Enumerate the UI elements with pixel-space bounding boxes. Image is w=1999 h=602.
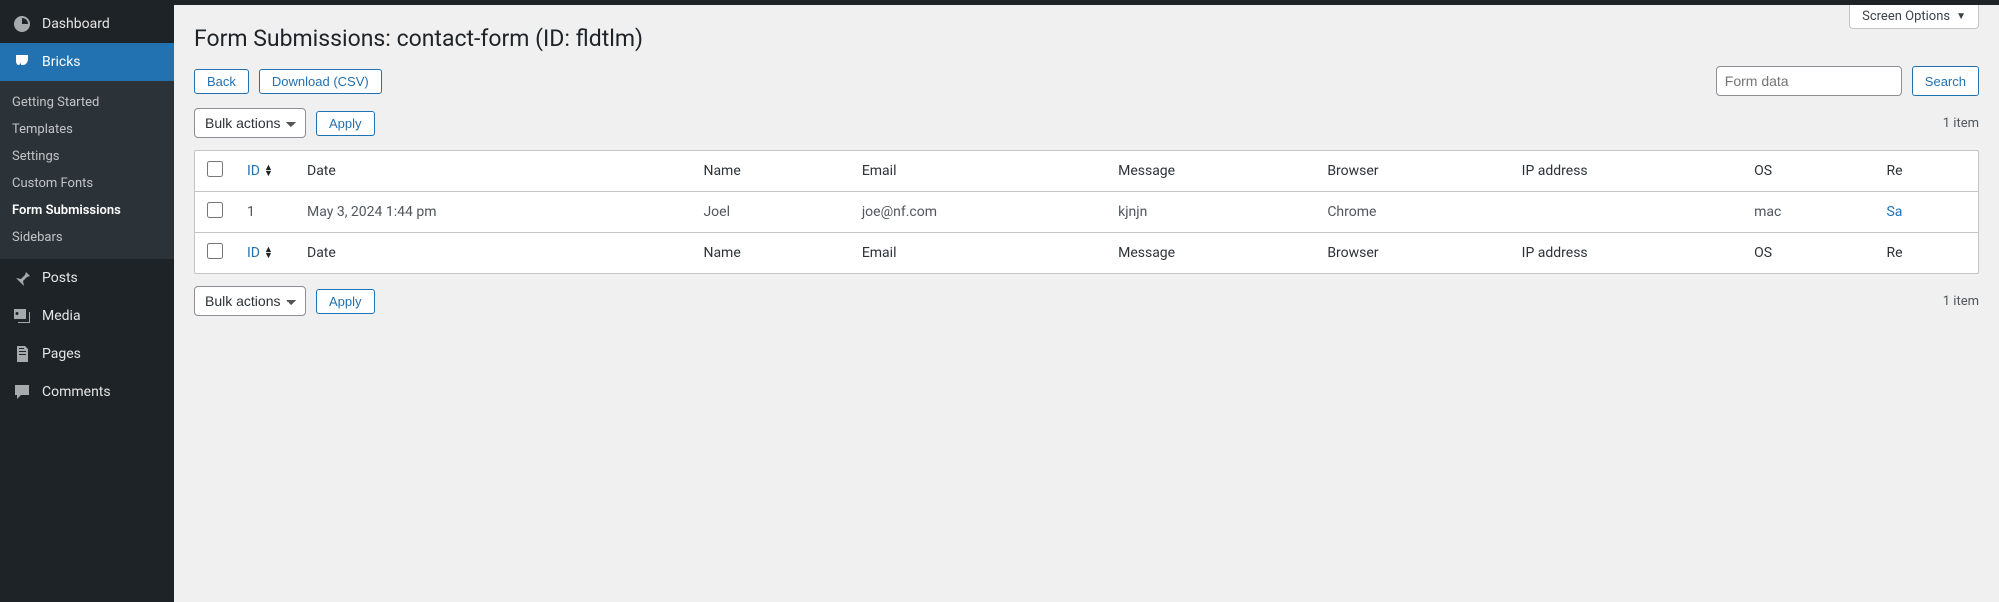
sidebar-label: Dashboard [42, 16, 110, 32]
subitem-getting-started[interactable]: Getting Started [0, 89, 174, 116]
subitem-form-submissions[interactable]: Form Submissions [0, 197, 174, 224]
col-ref: Re [1874, 151, 1978, 192]
media-icon [12, 306, 32, 326]
screen-options-label: Screen Options [1862, 9, 1950, 24]
submissions-table-wrap: ID ▲▼ Date Name Email Message Browser IP… [194, 150, 1979, 274]
back-button[interactable]: Back [194, 69, 249, 94]
cell-ip [1510, 192, 1743, 233]
bulk-row-bottom: Bulk actions Apply 1 item [194, 286, 1979, 316]
sidebar-label: Bricks [42, 54, 81, 70]
sort-arrows-icon: ▲▼ [264, 165, 273, 177]
col-email: Email [850, 151, 1106, 192]
col-name: Name [691, 233, 849, 274]
bulk-actions-select-bottom[interactable]: Bulk actions [194, 286, 306, 316]
col-message: Message [1106, 233, 1315, 274]
bulk-row-top: Bulk actions Apply 1 item [194, 108, 1979, 138]
sidebar-item-dashboard[interactable]: Dashboard [0, 5, 174, 43]
search-input[interactable] [1716, 66, 1902, 96]
table-row: 1 May 3, 2024 1:44 pm Joel joe@nf.com kj… [195, 192, 1978, 233]
col-id-sort-bottom[interactable]: ID ▲▼ [247, 245, 273, 261]
bricks-icon [12, 52, 32, 72]
subitem-settings[interactable]: Settings [0, 143, 174, 170]
subitem-sidebars[interactable]: Sidebars [0, 224, 174, 251]
chevron-down-icon: ▼ [1956, 11, 1966, 22]
apply-button-bottom[interactable]: Apply [316, 289, 375, 314]
col-id-sort[interactable]: ID ▲▼ [247, 163, 273, 179]
cell-email: joe@nf.com [850, 192, 1106, 233]
col-message: Message [1106, 151, 1315, 192]
cell-name: Joel [691, 192, 849, 233]
subitem-custom-fonts[interactable]: Custom Fonts [0, 170, 174, 197]
main-content: Screen Options ▼ Form Submissions: conta… [174, 5, 1999, 602]
pages-icon [12, 344, 32, 364]
row-checkbox[interactable] [207, 202, 223, 218]
download-csv-button[interactable]: Download (CSV) [259, 69, 382, 94]
action-row-top: Back Download (CSV) Search [194, 66, 1979, 96]
cell-date: May 3, 2024 1:44 pm [295, 192, 691, 233]
col-ip: IP address [1510, 233, 1743, 274]
submissions-table: ID ▲▼ Date Name Email Message Browser IP… [195, 151, 1978, 273]
col-date: Date [295, 151, 691, 192]
col-os: OS [1742, 233, 1874, 274]
col-os: OS [1742, 151, 1874, 192]
page-title: Form Submissions: contact-form (ID: fldt… [194, 25, 1979, 52]
bulk-actions-select-top[interactable]: Bulk actions [194, 108, 306, 138]
col-browser: Browser [1315, 151, 1509, 192]
row-action-link[interactable]: Sa [1886, 204, 1902, 220]
sidebar-item-comments[interactable]: Comments [0, 373, 174, 411]
sidebar-label: Posts [42, 270, 78, 286]
sidebar-item-pages[interactable]: Pages [0, 335, 174, 373]
col-date: Date [295, 233, 691, 274]
col-name: Name [691, 151, 849, 192]
col-ref: Re [1874, 233, 1978, 274]
sort-arrows-icon: ▲▼ [264, 247, 273, 259]
item-count-top: 1 item [1943, 116, 1979, 131]
dashboard-icon [12, 14, 32, 34]
select-all-bottom[interactable] [207, 243, 223, 259]
cell-message: kjnjn [1106, 192, 1315, 233]
sidebar-item-posts[interactable]: Posts [0, 259, 174, 297]
col-email: Email [850, 233, 1106, 274]
screen-options-toggle[interactable]: Screen Options ▼ [1849, 5, 1979, 29]
select-all-top[interactable] [207, 161, 223, 177]
sidebar-label: Pages [42, 346, 81, 362]
item-count-bottom: 1 item [1943, 294, 1979, 309]
apply-button-top[interactable]: Apply [316, 111, 375, 136]
sidebar-label: Comments [42, 384, 111, 400]
search-button[interactable]: Search [1912, 66, 1979, 96]
admin-sidebar: Dashboard Bricks Getting Started Templat… [0, 5, 174, 602]
sidebar-item-media[interactable]: Media [0, 297, 174, 335]
pin-icon [12, 268, 32, 288]
col-ip: IP address [1510, 151, 1743, 192]
subitem-templates[interactable]: Templates [0, 116, 174, 143]
cell-id: 1 [235, 192, 295, 233]
bricks-submenu: Getting Started Templates Settings Custo… [0, 81, 174, 259]
cell-os: mac [1742, 192, 1874, 233]
sidebar-item-bricks[interactable]: Bricks [0, 43, 174, 81]
cell-browser: Chrome [1315, 192, 1509, 233]
sidebar-label: Media [42, 308, 81, 324]
comments-icon [12, 382, 32, 402]
col-browser: Browser [1315, 233, 1509, 274]
